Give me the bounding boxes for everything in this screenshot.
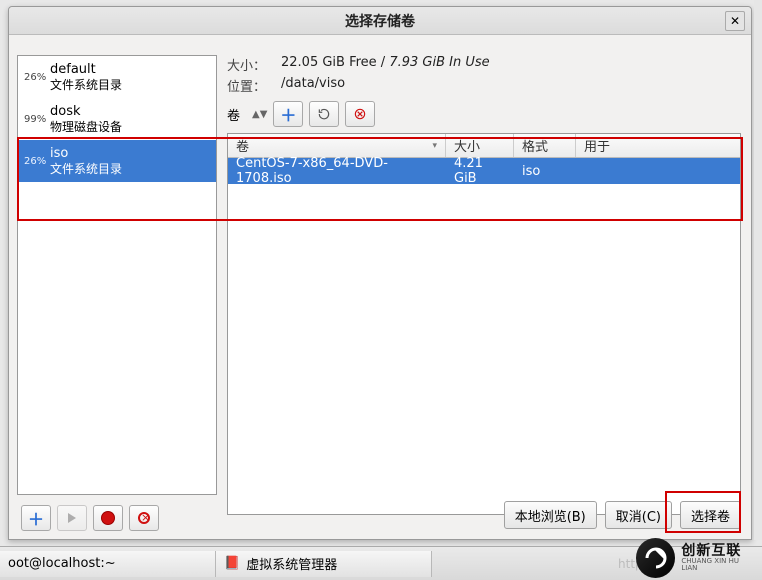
- volume-toolbar-label: 卷: [227, 105, 240, 124]
- play-icon: [68, 513, 76, 523]
- pool-text: dosk 物理磁盘设备: [50, 104, 122, 134]
- storage-pool-list[interactable]: 26% default 文件系统目录 99% dosk 物理磁盘设备 26% i…: [17, 55, 217, 495]
- pool-text: default 文件系统目录: [50, 62, 122, 92]
- pool-usage-percent: 26%: [24, 72, 46, 83]
- close-icon: ✕: [730, 14, 740, 28]
- taskbar-vmm-label: 虚拟系统管理器: [246, 554, 337, 573]
- volume-refresh-button[interactable]: [309, 101, 339, 127]
- pool-item-dosk[interactable]: 99% dosk 物理磁盘设备: [18, 98, 216, 140]
- pool-start-button[interactable]: [57, 505, 87, 531]
- vmm-icon: 📕: [224, 556, 240, 571]
- brand-cn: 创新互联: [681, 544, 756, 558]
- cell-format: iso: [514, 164, 576, 179]
- location-row: 位置： /data/viso: [227, 76, 741, 95]
- pool-name: dosk: [50, 104, 122, 120]
- brand-mark-icon: [636, 538, 675, 578]
- refresh-icon: [317, 107, 331, 121]
- location-label: 位置：: [227, 76, 281, 95]
- dialog-content: 26% default 文件系统目录 99% dosk 物理磁盘设备 26% i…: [9, 35, 751, 539]
- sort-arrows-icon: ▲▼: [252, 109, 267, 120]
- size-row: 大小： 22.05 GiB Free / 7.93 GiB In Use: [227, 55, 741, 74]
- cell-name: CentOS-7-x86_64-DVD-1708.iso: [228, 156, 446, 186]
- col-used[interactable]: 用于: [576, 134, 740, 157]
- plus-icon: ＋: [28, 506, 44, 530]
- table-row[interactable]: CentOS-7-x86_64-DVD-1708.iso 4.21 GiB is…: [228, 158, 740, 184]
- choose-volume-button[interactable]: 选择卷: [680, 501, 741, 529]
- pool-stop-button[interactable]: [93, 505, 123, 531]
- pool-type: 文件系统目录: [50, 78, 122, 92]
- background-edge: [754, 0, 762, 540]
- window-title: 选择存储卷: [345, 11, 415, 31]
- size-free: 22.05 GiB Free: [281, 55, 377, 70]
- brand-py: CHUANG XIN HU LIAN: [681, 558, 756, 572]
- col-name[interactable]: 卷: [228, 134, 446, 157]
- volume-panel: 大小： 22.05 GiB Free / 7.93 GiB In Use 位置：…: [227, 55, 741, 485]
- pool-item-iso[interactable]: 26% iso 文件系统目录: [18, 140, 216, 182]
- location-value: /data/viso: [281, 76, 345, 95]
- pool-delete-button[interactable]: [129, 505, 159, 531]
- pool-type: 物理磁盘设备: [50, 120, 122, 134]
- pool-toolbar: ＋: [17, 501, 217, 535]
- taskbar-item-vmm[interactable]: 📕 虚拟系统管理器: [216, 551, 432, 577]
- delete-pool-icon: [138, 512, 150, 524]
- pool-name: iso: [50, 146, 122, 162]
- taskbar-terminal-label: oot@localhost:~: [8, 556, 116, 571]
- volume-table[interactable]: 卷 大小 格式 用于 CentOS-7-x86_64-DVD-1708.iso …: [227, 133, 741, 515]
- volume-delete-button[interactable]: [345, 101, 375, 127]
- pool-add-button[interactable]: ＋: [21, 505, 51, 531]
- dialog-window: 选择存储卷 ✕ 26% default 文件系统目录 99% dosk 物理磁盘…: [8, 6, 752, 540]
- size-value: 22.05 GiB Free / 7.93 GiB In Use: [281, 55, 490, 74]
- pool-type: 文件系统目录: [50, 162, 122, 176]
- col-size[interactable]: 大小: [446, 134, 514, 157]
- dialog-footer: 本地浏览(B) 取消(C) 选择卷: [504, 501, 741, 529]
- browse-local-button[interactable]: 本地浏览(B): [504, 501, 597, 529]
- titlebar[interactable]: 选择存储卷 ✕: [9, 7, 751, 35]
- pool-item-default[interactable]: 26% default 文件系统目录: [18, 56, 216, 98]
- record-icon: [102, 512, 114, 524]
- pool-usage-percent: 99%: [24, 114, 46, 125]
- pool-usage-percent: 26%: [24, 156, 46, 167]
- taskbar-item-terminal[interactable]: oot@localhost:~: [0, 551, 216, 577]
- pool-text: iso 文件系统目录: [50, 146, 122, 176]
- plus-icon: ＋: [280, 102, 296, 126]
- close-button[interactable]: ✕: [725, 11, 745, 31]
- brand-logo: 创新互联 CHUANG XIN HU LIAN: [636, 536, 756, 580]
- size-inuse: 7.93 GiB In Use: [389, 55, 489, 70]
- size-label: 大小：: [227, 55, 281, 74]
- cell-size: 4.21 GiB: [446, 156, 514, 186]
- pool-name: default: [50, 62, 122, 78]
- cancel-button[interactable]: 取消(C): [605, 501, 672, 529]
- delete-icon: [353, 107, 367, 121]
- table-header: 卷 大小 格式 用于: [228, 134, 740, 158]
- col-format[interactable]: 格式: [514, 134, 576, 157]
- brand-text: 创新互联 CHUANG XIN HU LIAN: [681, 544, 756, 572]
- volume-add-button[interactable]: ＋: [273, 101, 303, 127]
- volume-toolbar: 卷 ▲▼ ＋: [227, 101, 741, 127]
